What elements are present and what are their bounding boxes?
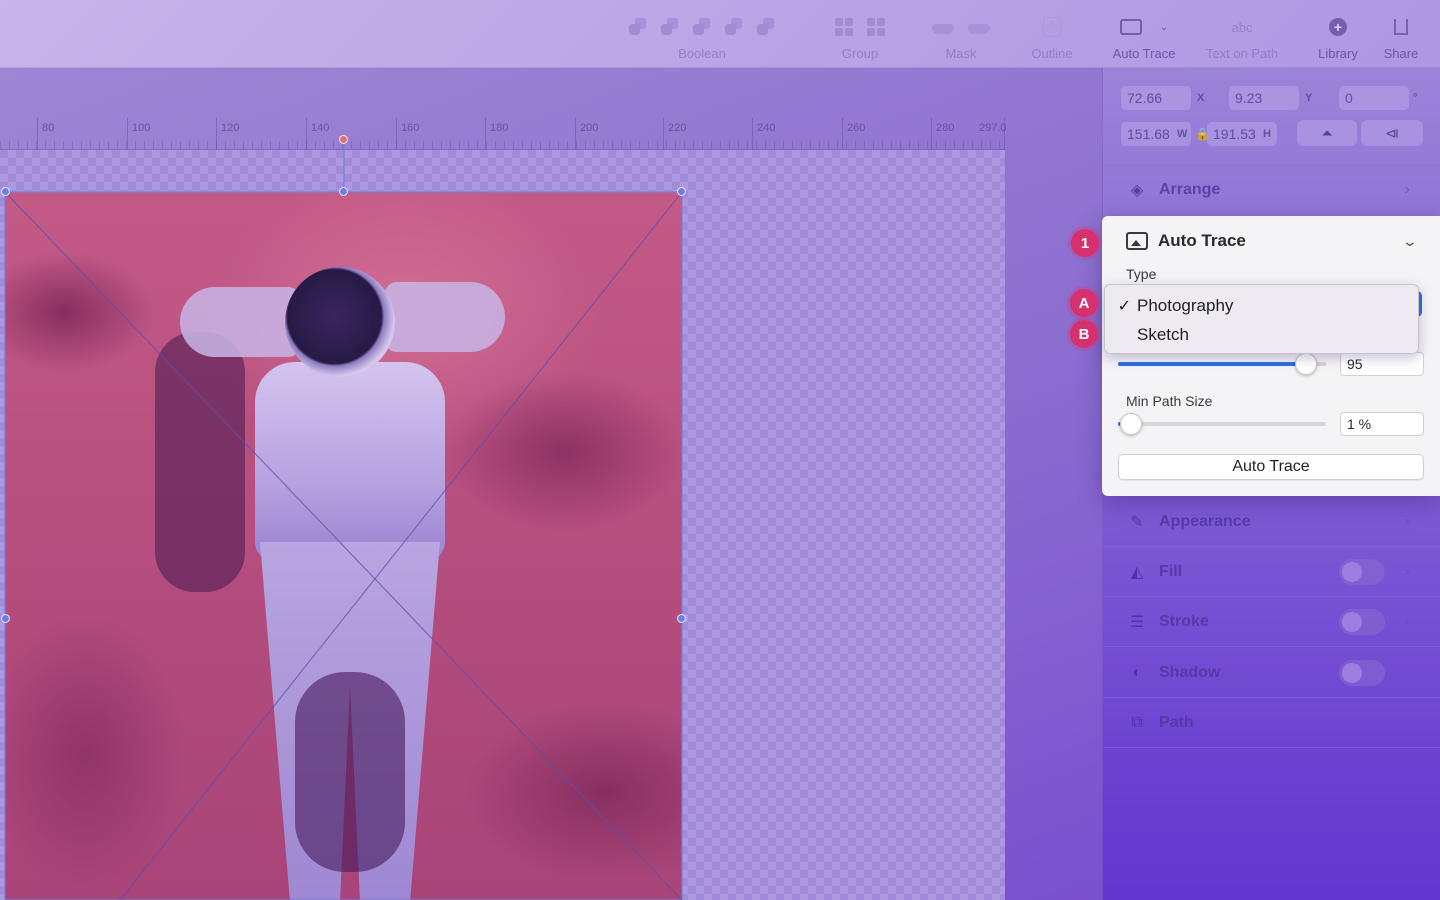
x-unit: X xyxy=(1197,92,1205,104)
fill-icon: ◭ xyxy=(1130,563,1144,581)
auto-trace-button[interactable]: Auto Trace xyxy=(1118,454,1424,480)
flip-horizontal-button[interactable]: ⧏ xyxy=(1361,120,1423,146)
section-appearance[interactable]: ✎ Appearance › xyxy=(1103,497,1440,547)
auto-trace-label: Auto Trace xyxy=(1112,46,1176,61)
chevron-right-icon: › xyxy=(1404,181,1410,198)
text-on-path-icon: abc xyxy=(1231,19,1253,35)
auto-trace-header[interactable]: Auto Trace ⌄ xyxy=(1126,230,1418,252)
rotation-field[interactable]: 0 xyxy=(1339,86,1409,110)
library-label: Library xyxy=(1318,46,1358,61)
min-path-slider-thumb[interactable] xyxy=(1119,413,1142,435)
chevron-down-icon[interactable]: ⌄ xyxy=(1402,233,1418,250)
appearance-icon: ✎ xyxy=(1130,513,1144,531)
detail-slider[interactable] xyxy=(1118,353,1326,375)
stroke-toggle[interactable] xyxy=(1339,608,1385,635)
type-label: Type xyxy=(1126,266,1157,282)
detail-input[interactable]: 95 xyxy=(1340,352,1424,376)
flip-horizontal-icon: ⧏ xyxy=(1385,124,1399,141)
callout-marker-b: B xyxy=(1070,320,1098,348)
image-trace-icon xyxy=(1119,19,1142,35)
chevron-right-icon: › xyxy=(1404,612,1410,630)
path-icon: ⧉ xyxy=(1131,713,1143,731)
stroke-icon: ☰ xyxy=(1129,613,1145,631)
x-field[interactable]: 72.66 xyxy=(1121,86,1191,110)
shadow-icon: ◐ xyxy=(1132,663,1142,681)
share-label: Share xyxy=(1383,46,1419,61)
rotation-handle[interactable] xyxy=(339,135,348,144)
section-label: Fill xyxy=(1159,562,1183,580)
resize-handle-top[interactable] xyxy=(339,187,348,196)
chevron-right-icon: › xyxy=(1404,713,1410,731)
width-unit: W xyxy=(1177,128,1188,140)
resize-handle-left[interactable] xyxy=(1,614,10,623)
callout-marker-a: A xyxy=(1070,289,1098,317)
option-label: Sketch xyxy=(1137,325,1189,344)
chevron-down-icon: ⌄ xyxy=(1159,21,1169,33)
chevron-right-icon: › xyxy=(1404,512,1410,530)
section-label: Arrange xyxy=(1159,181,1221,198)
min-path-size-input[interactable]: 1 % xyxy=(1340,412,1424,436)
detail-slider-thumb[interactable] xyxy=(1294,353,1317,375)
resize-handle-top-right[interactable] xyxy=(677,187,686,196)
section-path[interactable]: ⧉ Path › xyxy=(1103,698,1440,748)
detail-slider-fill xyxy=(1118,362,1306,366)
section-stroke[interactable]: ☰ Stroke › xyxy=(1103,597,1440,647)
option-label: Photography xyxy=(1137,296,1234,315)
flip-vertical-button[interactable]: ⏶ xyxy=(1297,120,1357,146)
library-button[interactable]: + Library xyxy=(1306,14,1370,64)
type-option-sketch[interactable]: Sketch xyxy=(1105,322,1420,348)
section-fill[interactable]: ◭ Fill › xyxy=(1103,547,1440,597)
chevron-right-icon: › xyxy=(1404,663,1410,681)
section-shadow[interactable]: ◐ Shadow › xyxy=(1103,648,1440,698)
shadow-toggle[interactable] xyxy=(1339,659,1385,686)
plus-circle-icon: + xyxy=(1329,18,1347,36)
section-label: Stroke xyxy=(1159,612,1209,630)
image-trace-icon xyxy=(1126,232,1148,250)
section-label: Shadow xyxy=(1159,663,1221,681)
resize-handle-right[interactable] xyxy=(677,614,686,623)
y-field[interactable]: 9.23 xyxy=(1229,86,1299,110)
section-label: Appearance xyxy=(1159,512,1251,530)
rotation-unit: ° xyxy=(1413,92,1418,104)
y-unit: Y xyxy=(1305,92,1313,104)
selection-diagonal xyxy=(119,191,683,900)
resize-handle-top-left[interactable] xyxy=(1,187,10,196)
share-icon xyxy=(1394,19,1408,35)
text-on-path-label: Text on Path xyxy=(1205,46,1279,61)
type-option-photography[interactable]: ✓ Photography xyxy=(1105,293,1420,319)
min-path-size-slider[interactable] xyxy=(1118,413,1326,435)
auto-trace-toolbar-button[interactable]: ⌄ Auto Trace xyxy=(1104,14,1184,64)
section-arrange[interactable]: ◈ Arrange › xyxy=(1103,165,1440,215)
selection-diagonal xyxy=(4,191,683,900)
min-path-size-label: Min Path Size xyxy=(1126,393,1213,409)
fill-toggle[interactable] xyxy=(1339,558,1385,585)
flip-vertical-icon: ⏶ xyxy=(1321,124,1333,141)
height-unit: H xyxy=(1263,128,1271,140)
selection-overlay xyxy=(4,140,683,900)
arrange-icon: ◈ xyxy=(1130,182,1144,199)
auto-trace-title: Auto Trace xyxy=(1158,231,1246,250)
text-on-path-button[interactable]: abc Text on Path xyxy=(1196,14,1288,64)
checkmark-icon: ✓ xyxy=(1117,298,1131,315)
auto-trace-popover: Auto Trace ⌄ Type 95 Min Path Size 1 % A… xyxy=(1102,216,1440,496)
section-label: Path xyxy=(1159,713,1194,731)
type-dropdown-menu: ✓ Photography Sketch xyxy=(1104,284,1419,354)
chevron-right-icon: › xyxy=(1404,562,1410,580)
callout-marker-1: 1 xyxy=(1071,229,1099,257)
share-button[interactable]: Share xyxy=(1376,14,1426,64)
